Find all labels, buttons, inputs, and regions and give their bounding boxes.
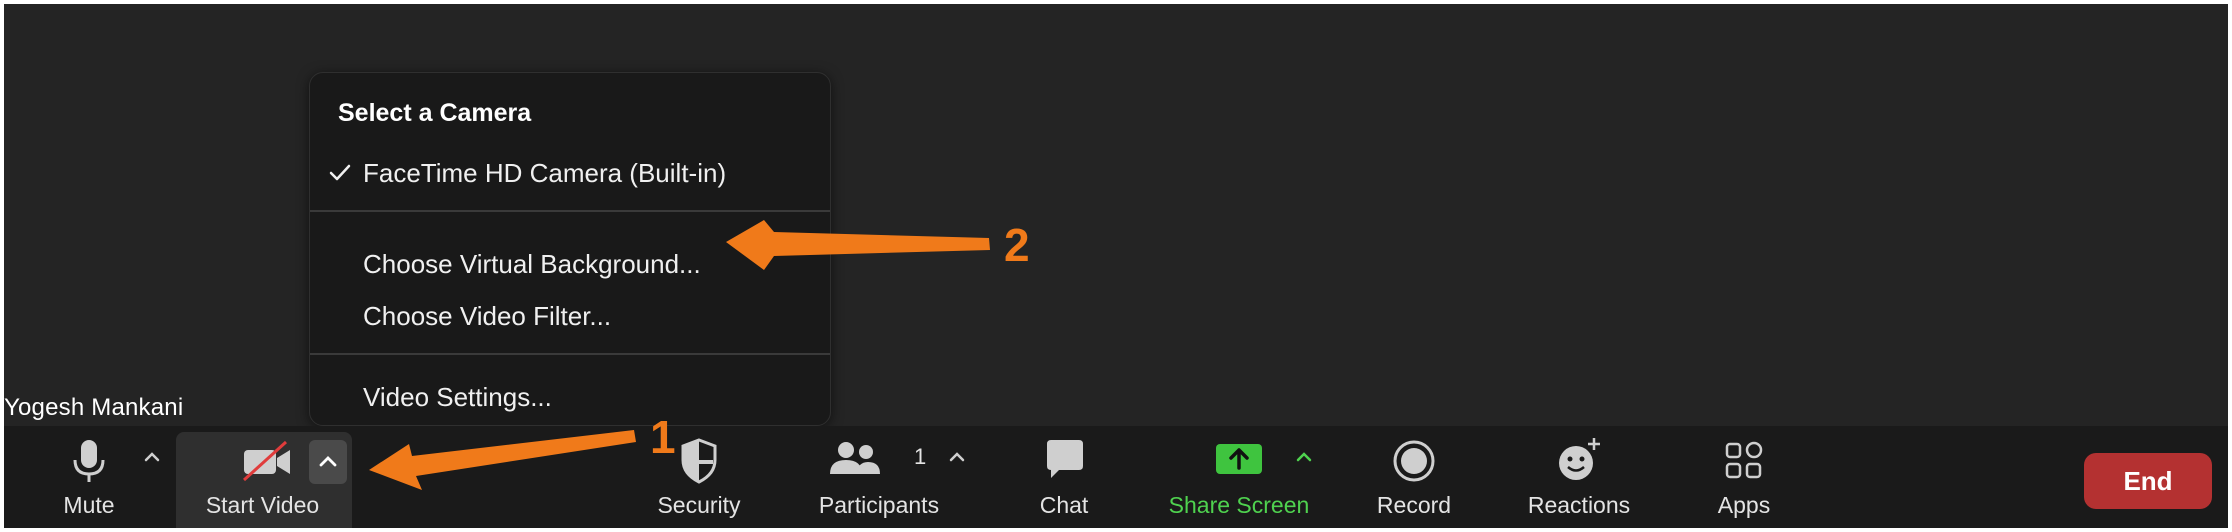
menu-item-video-settings[interactable]: Video Settings...: [310, 372, 830, 422]
end-meeting-button[interactable]: End: [2084, 453, 2212, 509]
video-off-icon: [242, 440, 290, 482]
chevron-up-icon: [319, 456, 337, 467]
participants-count: 1: [914, 444, 927, 469]
apps-icon: [1725, 441, 1763, 479]
participants-icon: [830, 442, 880, 474]
menu-item-label: FaceTime HD Camera (Built-in): [363, 158, 727, 188]
reactions-icon: [1559, 438, 1600, 480]
annotation-number-1: 1: [650, 411, 676, 463]
record-icon: [1393, 440, 1435, 482]
record-button[interactable]: Record: [1359, 426, 1469, 528]
chat-bubble-icon: [1047, 440, 1083, 478]
chat-button[interactable]: Chat: [1014, 426, 1114, 528]
chat-label: Chat: [1039, 492, 1089, 518]
chevron-up-icon[interactable]: [1291, 444, 1317, 470]
reactions-button[interactable]: Reactions: [1514, 426, 1644, 528]
checkmark-icon: [329, 164, 351, 181]
chevron-up-icon[interactable]: [139, 444, 165, 470]
menu-divider: [310, 353, 830, 355]
menu-item-facetime-camera[interactable]: FaceTime HD Camera (Built-in): [310, 148, 830, 198]
start-video-label: Start Video: [205, 492, 320, 518]
share-screen-button[interactable]: Share Screen: [1154, 426, 1324, 528]
camera-menu-title: Select a Camera: [338, 99, 532, 127]
mute-label: Mute: [63, 492, 115, 518]
menu-item-label: Choose Video Filter...: [363, 301, 612, 331]
shield-icon: [681, 438, 717, 484]
annotation-number-2: 2: [1004, 219, 1030, 271]
security-label: Security: [657, 492, 741, 518]
menu-item-label: Choose Virtual Background...: [363, 249, 701, 279]
share-screen-icon: [1216, 444, 1262, 474]
apps-button[interactable]: Apps: [1694, 426, 1794, 528]
menu-item-virtual-background[interactable]: Choose Virtual Background...: [310, 239, 830, 289]
apps-label: Apps: [1717, 492, 1771, 518]
reactions-label: Reactions: [1527, 492, 1631, 518]
camera-menu: Select a Camera FaceTime HD Camera (Buil…: [309, 72, 831, 426]
chevron-up-icon[interactable]: [944, 444, 970, 470]
participants-button[interactable]: 1 Participants: [804, 426, 954, 528]
microphone-icon: [73, 440, 105, 482]
meeting-toolbar: Mute Start Video Security 1 Participants…: [4, 426, 2228, 528]
participants-label: Participants: [818, 492, 940, 518]
menu-item-video-filter[interactable]: Choose Video Filter...: [310, 291, 830, 341]
menu-item-label: Video Settings...: [363, 382, 552, 412]
meeting-window: Select a Camera FaceTime HD Camera (Buil…: [4, 4, 2228, 528]
mute-button[interactable]: Mute: [34, 426, 144, 528]
menu-divider: [310, 210, 830, 212]
record-label: Record: [1376, 492, 1452, 518]
share-screen-label: Share Screen: [1168, 492, 1310, 518]
video-options-caret[interactable]: [309, 440, 347, 484]
participant-name: Yogesh Mankani: [4, 394, 184, 421]
